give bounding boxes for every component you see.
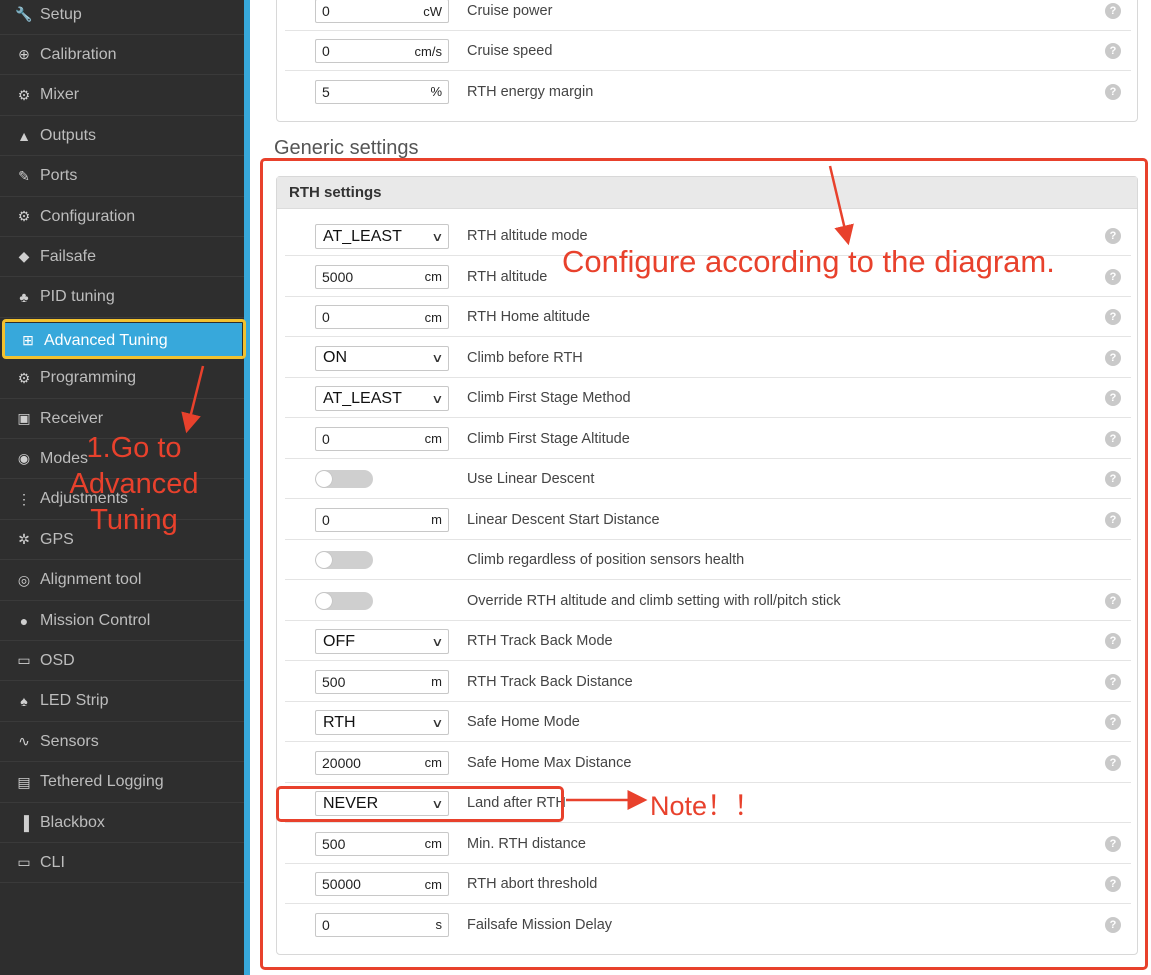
configure-arrow: [828, 165, 854, 246]
step1-arrow: [181, 365, 205, 434]
annotation-arrows: [181, 165, 854, 810]
